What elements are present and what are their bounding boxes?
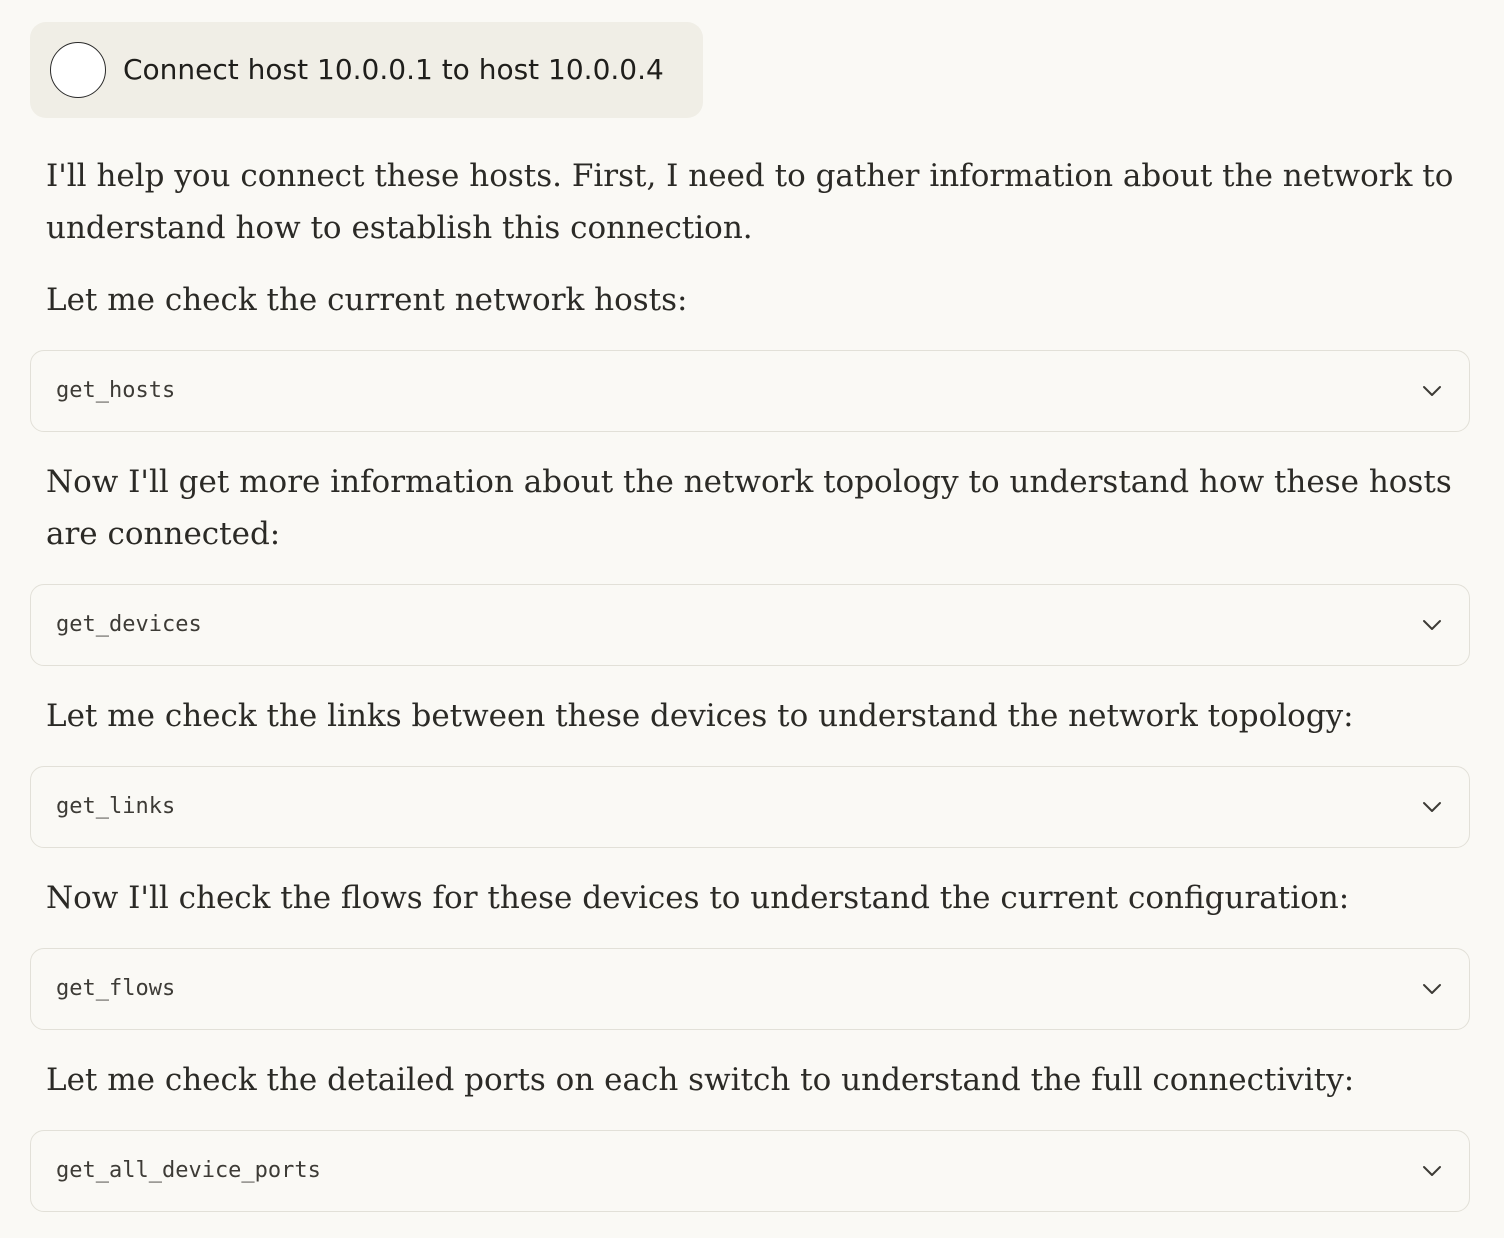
chat-transcript: Connect host 10.0.0.1 to host 10.0.0.4 I…	[0, 0, 1504, 1238]
chevron-down-icon[interactable]	[1421, 797, 1443, 817]
tool-call-get-flows[interactable]: get_flows	[30, 948, 1470, 1030]
tool-call-get-devices[interactable]: get_devices	[30, 584, 1470, 666]
tool-call-label: get_links	[56, 794, 176, 819]
user-message-text: Connect host 10.0.0.1 to host 10.0.0.4	[123, 53, 664, 86]
tool-call-get-hosts[interactable]: get_hosts	[30, 350, 1470, 432]
assistant-step1-text: Let me check the current network hosts:	[46, 282, 688, 318]
chevron-down-icon[interactable]	[1421, 1161, 1443, 1181]
tool-call-label: get_devices	[56, 612, 202, 637]
user-message-bubble: Connect host 10.0.0.1 to host 10.0.0.4	[30, 22, 703, 118]
assistant-step2-text: Now I'll get more information about the …	[46, 464, 1452, 552]
assistant-intro-text: I'll help you connect these hosts. First…	[46, 158, 1454, 246]
assistant-step4-text: Now I'll check the flows for these devic…	[46, 880, 1350, 916]
chevron-down-icon[interactable]	[1421, 979, 1443, 999]
tool-call-get-all-device-ports[interactable]: get_all_device_ports	[30, 1130, 1470, 1212]
tool-call-get-links[interactable]: get_links	[30, 766, 1470, 848]
tool-call-label: get_hosts	[56, 378, 176, 403]
tool-call-label: get_flows	[56, 976, 176, 1001]
chevron-down-icon[interactable]	[1421, 381, 1443, 401]
assistant-step3-text: Let me check the links between these dev…	[46, 698, 1354, 734]
avatar	[50, 42, 106, 98]
tool-call-label: get_all_device_ports	[56, 1158, 321, 1183]
chevron-down-icon[interactable]	[1421, 615, 1443, 635]
assistant-step5-text: Let me check the detailed ports on each …	[46, 1062, 1355, 1098]
